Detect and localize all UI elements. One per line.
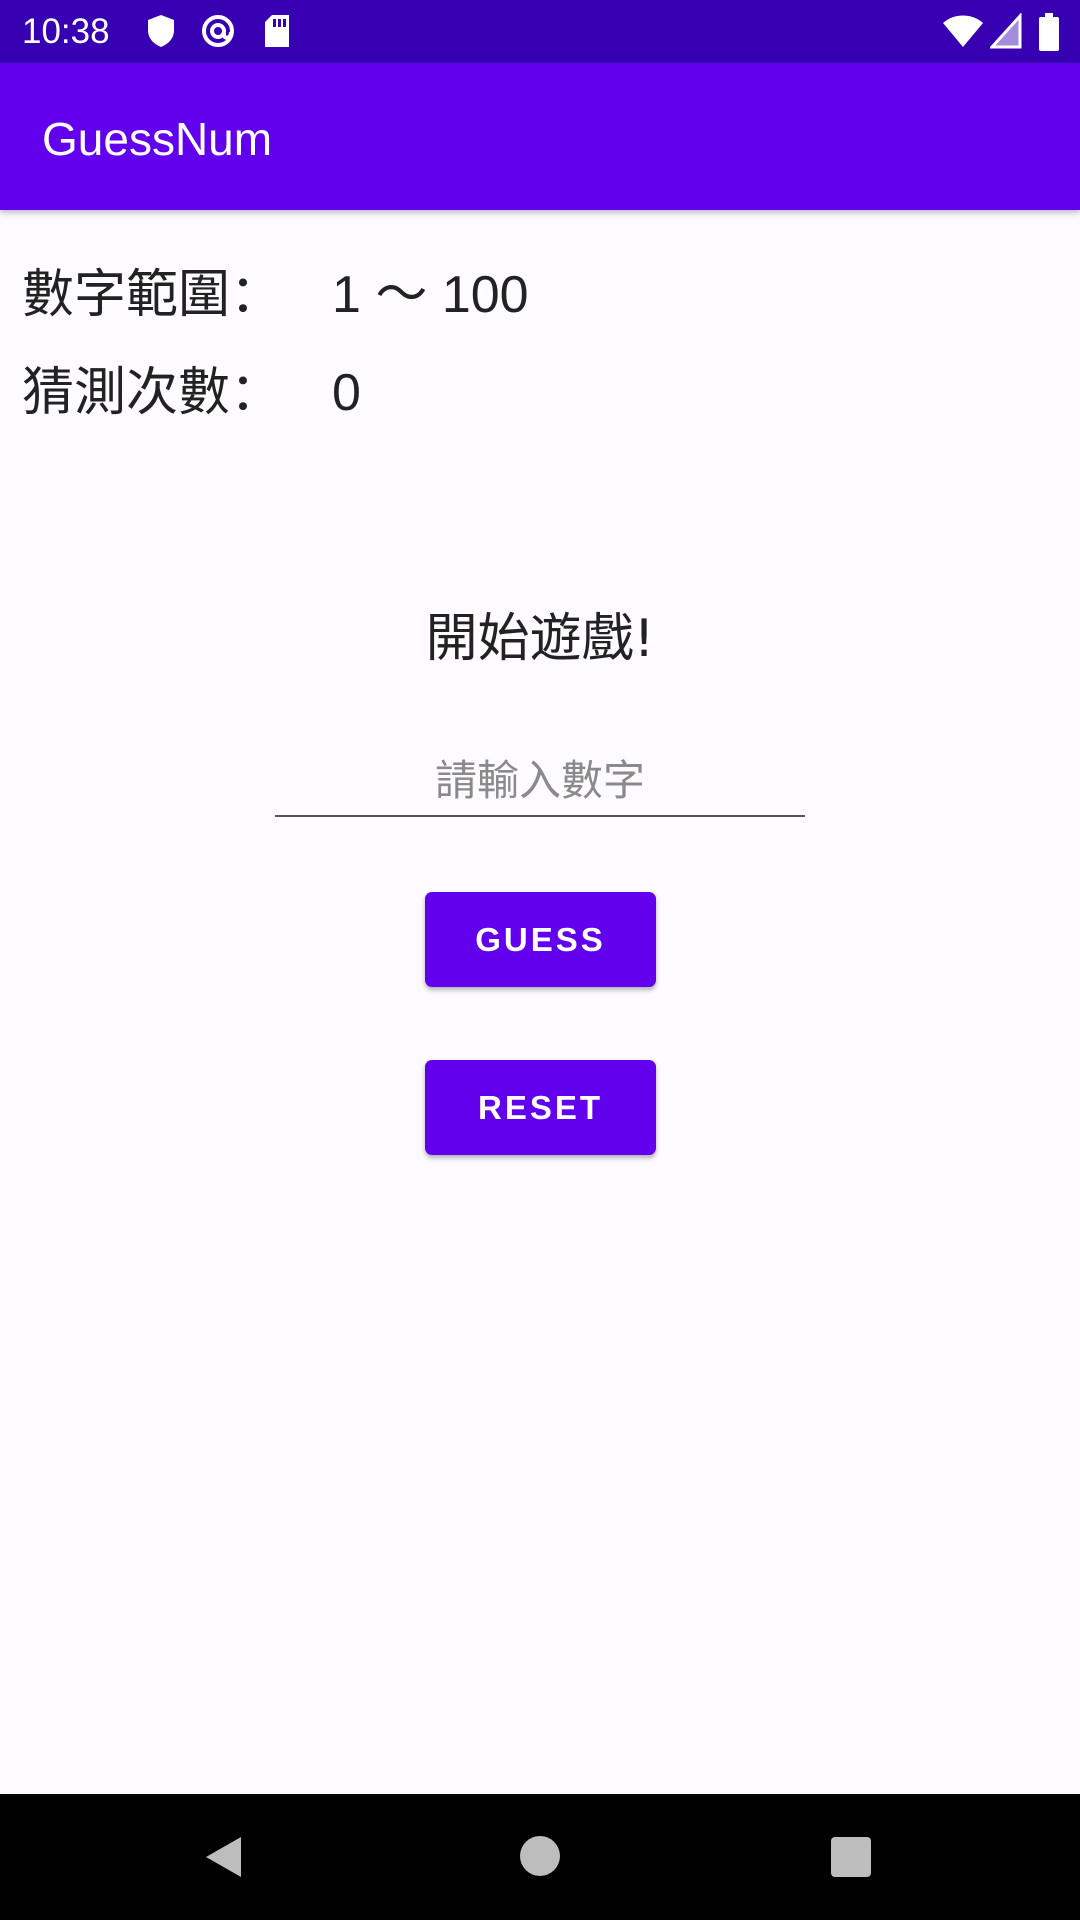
range-label: 數字範圍： xyxy=(22,265,283,325)
count-row: 猜測次數： 0 xyxy=(22,358,361,428)
range-row: 數字範圍： 1 ～ 100 xyxy=(22,260,529,330)
recents-icon[interactable] xyxy=(830,1836,872,1882)
shield-icon xyxy=(145,13,177,53)
reset-button[interactable]: RESET xyxy=(425,1060,656,1155)
count-value: 0 xyxy=(332,364,361,422)
app-title: GuessNum xyxy=(42,113,273,165)
navigation-bar xyxy=(0,1794,1080,1920)
status-bar: 10:38 xyxy=(0,0,1080,63)
status-time: 10:38 xyxy=(22,12,110,51)
range-value: 1 ～ 100 xyxy=(332,266,529,324)
guess-button[interactable]: GUESS xyxy=(425,892,656,987)
count-label: 猜測次數： xyxy=(22,363,283,423)
app-bar: GuessNum xyxy=(0,63,1080,210)
sd-card-icon xyxy=(262,13,292,53)
home-icon[interactable] xyxy=(519,1835,561,1881)
battery-icon xyxy=(1038,13,1060,55)
wifi-icon xyxy=(942,13,984,53)
at-sign-icon xyxy=(200,13,236,53)
game-message: 開始遊戲! xyxy=(425,609,655,669)
back-icon[interactable] xyxy=(203,1834,245,1884)
signal-icon xyxy=(988,12,1022,53)
number-input[interactable] xyxy=(275,745,805,817)
